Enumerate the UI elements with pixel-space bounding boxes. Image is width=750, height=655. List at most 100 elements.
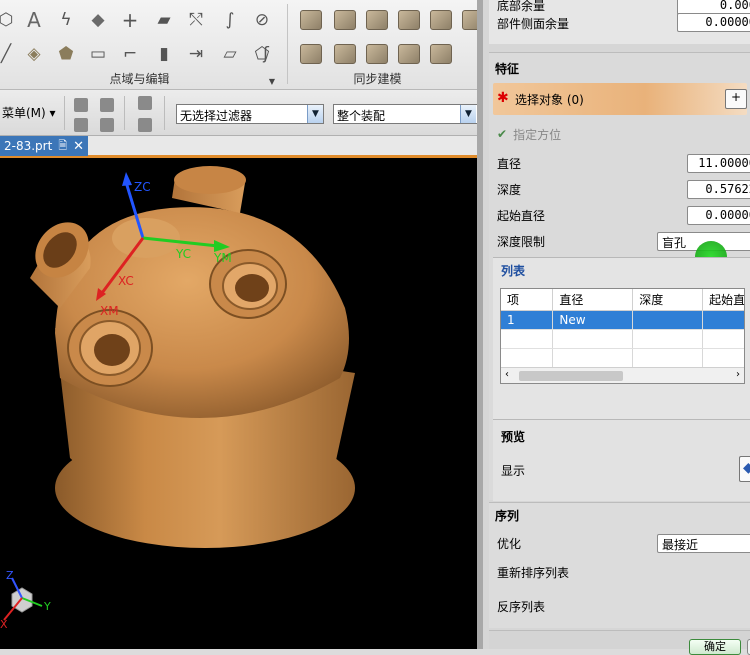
point-icon[interactable]: +	[118, 8, 142, 32]
document-icon: 🗎	[58, 138, 68, 152]
row-part-side-allowance: 部件侧面余量 0.00000	[497, 12, 750, 34]
diameter-label: 直径	[497, 156, 522, 171]
table-row-empty	[501, 329, 744, 349]
depth-label: 深度	[497, 182, 522, 197]
circle-line-icon[interactable]: ⊘	[250, 8, 274, 32]
cylinder-icon[interactable]: ▮	[152, 42, 176, 66]
chevron-down-icon[interactable]: ▼	[460, 105, 476, 123]
spline-icon[interactable]: ∫	[218, 8, 242, 32]
part-side-allowance-input[interactable]: 0.00000	[677, 13, 750, 32]
hole-list-table: 项 直径 深度 起始直 1 New ‹ ›	[500, 288, 745, 384]
extend-icon[interactable]: ⇥	[184, 42, 208, 66]
menu-label: 菜单(M)	[2, 106, 46, 120]
feature-header[interactable]: 特征	[489, 57, 750, 77]
toolbar-divider	[164, 96, 165, 130]
pattern-face-icon[interactable]	[334, 44, 356, 64]
cell-diameter: New	[552, 310, 634, 330]
hole-list: 项 直径 深度 起始直 1 New	[501, 289, 744, 368]
offset-curve-icon[interactable]: ʃ	[254, 42, 278, 66]
select-object-row[interactable]: ✱ 选择对象 (0) +	[493, 83, 747, 115]
type-filter-select[interactable]: 无选择过滤器 ▼	[176, 104, 324, 124]
surface-icon[interactable]: ▰	[152, 8, 176, 32]
sequence-section: 序列 优化 最接近 重新排序列表 反序列表	[489, 502, 750, 628]
preview-header[interactable]: 预览	[501, 428, 525, 445]
hexagon-icon[interactable]: ⬡	[0, 8, 18, 32]
diameter-row: 直径 11.00000	[497, 152, 750, 174]
table-row[interactable]: 1 New	[501, 310, 744, 330]
ribbon-group-label-edit: 点域与编辑	[109, 72, 170, 86]
pull-face-icon[interactable]	[334, 10, 356, 30]
scroll-left-icon[interactable]: ‹	[505, 369, 509, 380]
eye-icon: ◆	[743, 460, 750, 476]
scroll-right-icon[interactable]: ›	[736, 369, 740, 380]
display-label: 显示	[501, 464, 526, 478]
select-feature-icon[interactable]	[74, 98, 88, 112]
diameter-input[interactable]: 11.00000	[687, 154, 750, 173]
reverse-label: 反序列表	[497, 599, 546, 614]
reverse-row: 反序列表	[497, 595, 750, 617]
start-diameter-input[interactable]: 0.00000	[687, 206, 750, 225]
display-toggle-button[interactable]: ◆	[739, 456, 750, 482]
face-icon[interactable]: ◈	[22, 42, 46, 66]
specify-orient-row[interactable]: ✔ 指定方位	[497, 123, 750, 145]
copy-face-icon[interactable]	[300, 44, 322, 64]
tangent-curve-icon[interactable]: ϟ	[54, 8, 78, 32]
triad-z-label: Z	[6, 569, 14, 582]
toolbar-divider	[64, 96, 65, 130]
replace-face-icon[interactable]	[398, 10, 420, 30]
group-expand-icon[interactable]: ▼	[269, 77, 275, 86]
groove-face-icon[interactable]	[430, 44, 452, 64]
col-diameter[interactable]: 直径	[552, 289, 634, 311]
col-item[interactable]: 项	[501, 289, 554, 311]
fillet-icon[interactable]: ⌐	[118, 42, 142, 66]
add-object-icon[interactable]: +	[725, 89, 747, 109]
part-side-allowance-label: 部件侧面余量	[497, 16, 570, 31]
boss-top-rim	[174, 166, 246, 194]
depth-row: 深度 0.57622	[497, 178, 750, 200]
select-body-icon[interactable]	[100, 98, 114, 112]
resize-blend-icon[interactable]	[430, 10, 452, 30]
model-svg: ZC YC YM XC XM Z Y X	[0, 166, 355, 631]
col-depth[interactable]: 深度	[632, 289, 704, 311]
move-face-icon[interactable]	[300, 10, 322, 30]
list-header[interactable]: 列表	[501, 262, 525, 279]
offset-region-icon[interactable]	[366, 10, 388, 30]
assembly-filter-select[interactable]: 整个装配 ▼	[333, 104, 483, 124]
scrollbar-thumb[interactable]	[519, 371, 623, 381]
col-start-diameter[interactable]: 起始直	[702, 289, 744, 311]
menu-button[interactable]: 菜单(M) ▾	[2, 104, 56, 121]
ok-button[interactable]: 确定	[689, 639, 741, 655]
mirror-face-icon[interactable]	[366, 44, 388, 64]
chevron-down-icon[interactable]: ▼	[307, 105, 323, 123]
shield-icon[interactable]: ⬟	[54, 42, 78, 66]
yc-label: YC	[175, 247, 191, 261]
ym-label: YM	[213, 251, 232, 265]
tab-file[interactable]: 2-83.prt 🗎 ✕	[0, 136, 89, 156]
paste-face-icon[interactable]	[398, 44, 420, 64]
rectangle-icon[interactable]: ▭	[86, 42, 110, 66]
list-hscrollbar[interactable]: ‹ ›	[501, 367, 744, 383]
close-icon[interactable]: ✕	[73, 139, 84, 154]
feature-section: 特征 ✱ 选择对象 (0) + ✔ 指定方位 直径 11.00000 深度 0.…	[489, 52, 750, 501]
zc-label: ZC	[134, 180, 151, 194]
tab-file-label: 2-83.prt	[4, 139, 53, 153]
optimize-select[interactable]: 最接近	[657, 534, 750, 553]
plane-icon[interactable]: ◆	[86, 8, 110, 32]
ribbon-group-label-sync: 同步建模	[353, 72, 402, 86]
depth-input[interactable]: 0.57622	[687, 180, 750, 199]
filter-icon[interactable]	[138, 118, 152, 132]
sequence-header[interactable]: 序列	[489, 504, 750, 524]
select-face-icon[interactable]	[74, 118, 88, 132]
arc-icon[interactable]: ╱	[0, 42, 18, 66]
graphics-viewport[interactable]: ZC YC YM XC XM Z Y X	[0, 158, 477, 649]
list-group: 列表 项 直径 深度 起始直 1 New ‹ ›	[493, 257, 750, 419]
snap-icon[interactable]	[138, 96, 152, 110]
select-edge-icon[interactable]	[100, 118, 114, 132]
text-icon[interactable]: A	[22, 8, 46, 32]
trim-curve-icon[interactable]: ⤲	[184, 8, 208, 32]
checkmark-icon: ✔	[497, 127, 508, 141]
specify-orient-label: 指定方位	[513, 127, 562, 142]
start-diameter-row: 起始直径 0.00000	[497, 204, 750, 226]
sheet-icon[interactable]: ▱	[218, 42, 242, 66]
cell-depth	[632, 310, 704, 330]
